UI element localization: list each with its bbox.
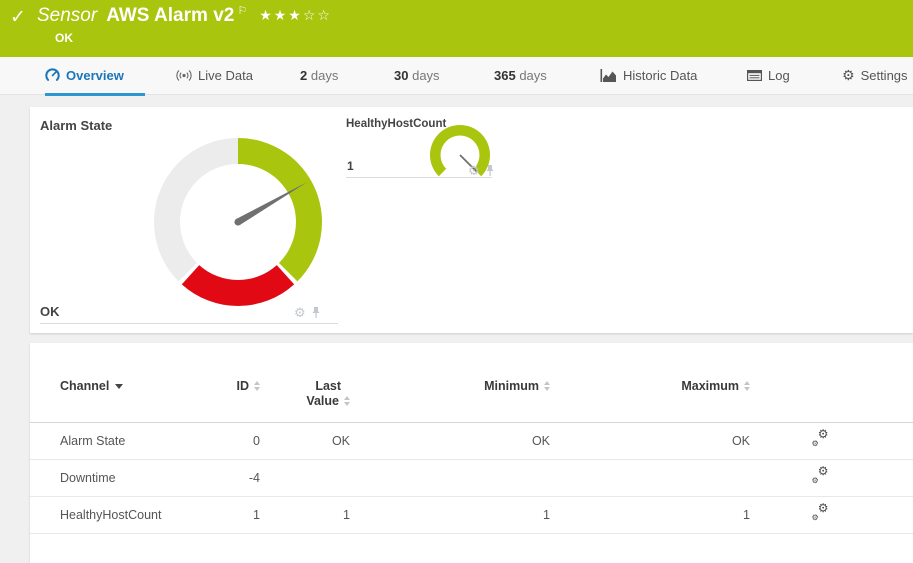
channel-table: Channel ID Last Value Minimum Maximum Al…: [30, 379, 913, 534]
main-gauge-tools: ⚙: [294, 306, 321, 319]
sort-desc-icon: [115, 384, 123, 389]
channel-settings-button[interactable]: ⚙⚙: [750, 423, 890, 460]
tab-log[interactable]: Log: [747, 57, 790, 95]
tab-label: Settings: [861, 68, 908, 83]
tab-30-days[interactable]: 30 days: [394, 57, 440, 95]
column-label: Minimum: [484, 379, 539, 393]
tab-label: days: [412, 68, 439, 83]
cell-last-value: [260, 460, 350, 497]
cell-maximum: 1: [550, 497, 750, 534]
gear-icon: ⚙: [842, 57, 855, 94]
column-header-last-value[interactable]: Last Value: [260, 379, 350, 423]
cell-minimum: 1: [350, 497, 550, 534]
sort-icon: [254, 381, 260, 391]
channel-gears-icon[interactable]: ⚙⚙: [812, 506, 829, 521]
cell-channel[interactable]: Downtime: [30, 460, 215, 497]
tab-historic-data[interactable]: Historic Data: [600, 57, 697, 95]
mini-gauge-value: 1: [347, 159, 354, 173]
channels-panel: Channel ID Last Value Minimum Maximum Al…: [30, 343, 913, 563]
column-label: Value: [306, 394, 339, 408]
gauge-icon: [45, 68, 60, 83]
main-gauge-title: Alarm State: [40, 118, 112, 133]
cell-maximum: [550, 460, 750, 497]
tab-bar: Overview Live Data 2 days 30 days 365 da…: [0, 57, 913, 95]
channel-gears-icon[interactable]: ⚙⚙: [812, 432, 829, 447]
tab-label: days: [519, 68, 546, 83]
tab-label: Live Data: [198, 68, 253, 83]
table-row[interactable]: Downtime -4 ⚙⚙: [30, 460, 913, 497]
column-label: Maximum: [681, 379, 739, 393]
gauges-panel: Alarm State OK ⚙ HealthyHostCount 1 ⚙: [30, 107, 913, 333]
sort-icon: [544, 381, 550, 391]
gauge-segment-error: [182, 265, 294, 306]
page-title: AWS Alarm v2: [106, 5, 234, 27]
status-check-icon: ✓: [10, 6, 26, 29]
cell-minimum: OK: [350, 423, 550, 460]
cell-minimum: [350, 460, 550, 497]
tab-number: 365: [494, 68, 516, 83]
flag-icon[interactable]: ⚐: [237, 4, 247, 17]
gauge-segment-ok: [238, 138, 322, 281]
channel-settings-button[interactable]: ⚙⚙: [750, 497, 890, 534]
mini-gauge-tools: ⚙: [468, 164, 495, 177]
column-label: ID: [237, 379, 250, 393]
cell-id: -4: [215, 460, 260, 497]
cell-channel[interactable]: HealthyHostCount: [30, 497, 215, 534]
tab-settings[interactable]: ⚙ Settings: [842, 57, 908, 95]
gear-icon[interactable]: ⚙: [294, 308, 306, 318]
column-header-id[interactable]: ID: [215, 379, 260, 423]
channel-settings-button[interactable]: ⚙⚙: [750, 460, 890, 497]
sensor-status-badge: OK: [55, 31, 73, 45]
sensor-kind-label: Sensor: [37, 5, 97, 27]
table-row[interactable]: HealthyHostCount 1 1 1 1 ⚙⚙: [30, 497, 913, 534]
table-header-row: Channel ID Last Value Minimum Maximum: [30, 379, 913, 423]
gauge-needle-hub: [234, 218, 241, 225]
tab-number: 30: [394, 68, 408, 83]
pin-icon[interactable]: [485, 164, 495, 177]
sensor-title-row: Sensor AWS Alarm v2 ⚐ ★★★☆☆: [37, 5, 332, 27]
tab-overview[interactable]: Overview: [45, 57, 145, 95]
column-header-minimum[interactable]: Minimum: [350, 379, 550, 423]
column-header-channel[interactable]: Channel: [30, 379, 215, 423]
cell-maximum: OK: [550, 423, 750, 460]
tab-2-days[interactable]: 2 days: [300, 57, 338, 95]
cell-id: 1: [215, 497, 260, 534]
cell-last-value: 1: [260, 497, 350, 534]
column-header-actions: [750, 379, 890, 423]
column-header-maximum[interactable]: Maximum: [550, 379, 750, 423]
channel-gears-icon[interactable]: ⚙⚙: [812, 469, 829, 484]
tab-label: Historic Data: [623, 68, 697, 83]
tab-number: 2: [300, 68, 307, 83]
sensor-header: ✓ Sensor AWS Alarm v2 ⚐ ★★★☆☆ OK: [0, 0, 913, 57]
area-chart-icon: [600, 69, 617, 82]
tab-label: days: [311, 68, 338, 83]
cell-id: 0: [215, 423, 260, 460]
cell-last-value: OK: [260, 423, 350, 460]
gauge-segment-empty: [154, 138, 238, 281]
tab-365-days[interactable]: 365 days: [494, 57, 547, 95]
table-row[interactable]: Alarm State 0 OK OK OK ⚙⚙: [30, 423, 913, 460]
tab-label: Log: [768, 68, 790, 83]
sort-icon: [344, 396, 350, 406]
main-gauge-value: OK: [40, 304, 60, 319]
pin-icon[interactable]: [311, 306, 321, 319]
gear-icon[interactable]: ⚙: [468, 166, 480, 176]
alarm-state-gauge[interactable]: [153, 137, 323, 307]
cell-channel[interactable]: Alarm State: [30, 423, 215, 460]
priority-stars[interactable]: ★★★☆☆: [259, 7, 332, 24]
column-label: Channel: [60, 379, 109, 393]
column-label: Last: [315, 379, 341, 393]
tab-label: Overview: [66, 68, 124, 83]
main-gauge-divider: [40, 323, 338, 324]
tab-live-data[interactable]: Live Data: [176, 57, 253, 95]
broadcast-icon: [176, 69, 192, 82]
sort-icon: [744, 381, 750, 391]
log-list-icon: [747, 70, 762, 81]
